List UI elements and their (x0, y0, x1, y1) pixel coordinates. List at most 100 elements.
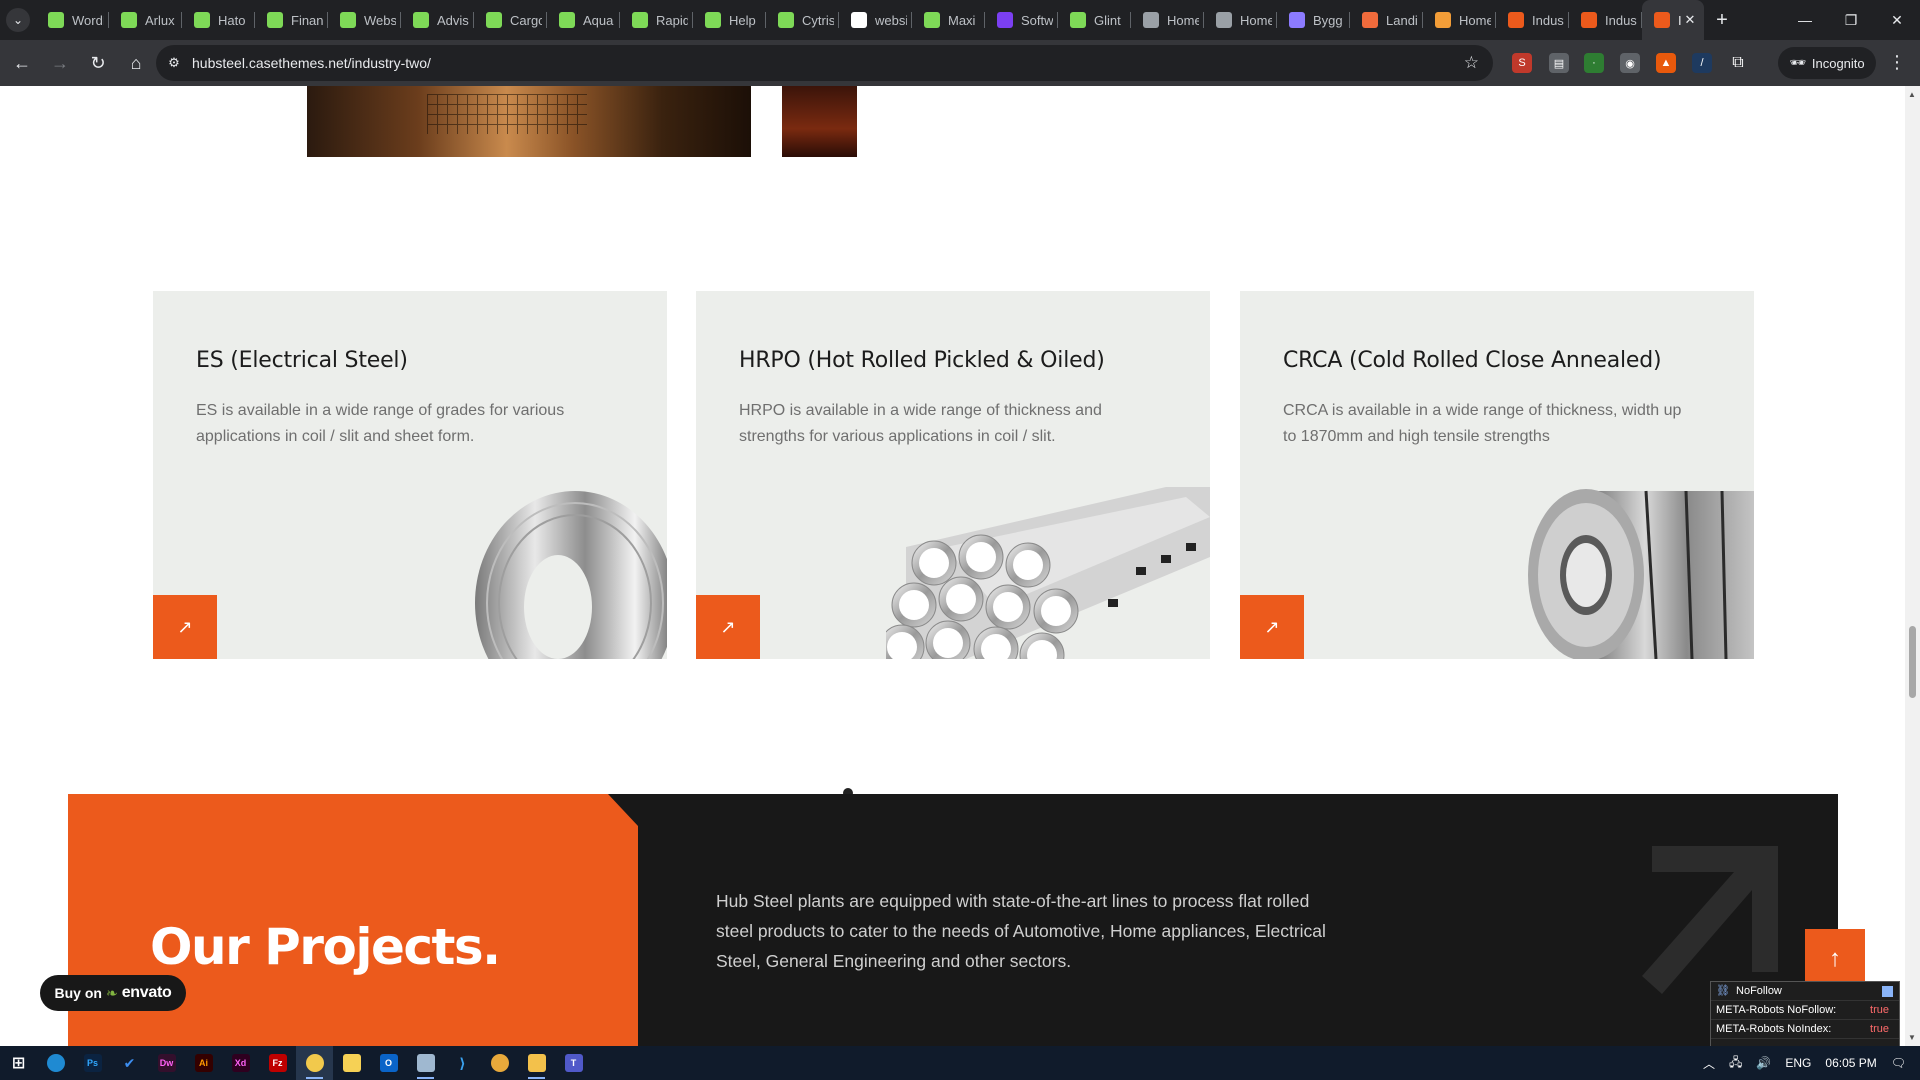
tab-search-button[interactable]: ⌄ (0, 0, 36, 40)
browser-tab[interactable]: Cargo (474, 0, 547, 40)
network-icon[interactable]: 🖧 (1729, 1053, 1742, 1074)
extensions-puzzle-icon[interactable]: ⧉ (1728, 53, 1748, 73)
forward-button[interactable]: → (42, 45, 78, 81)
dreamweaver-icon[interactable]: Dw (148, 1046, 185, 1080)
illustrator-icon[interactable]: Ai (185, 1046, 222, 1080)
browser-tab[interactable]: website (839, 0, 912, 40)
c-brand-icon (1289, 12, 1305, 28)
outlook-icon[interactable]: O (370, 1046, 407, 1080)
browser-tab[interactable]: Arlux (109, 0, 182, 40)
browser-tab[interactable]: Website (328, 0, 401, 40)
extension-green-icon[interactable]: · (1584, 53, 1604, 73)
sticky-notes-icon[interactable] (333, 1046, 370, 1080)
tray-chevron-icon[interactable]: ︿ (1703, 1055, 1715, 1072)
scrollbar-thumb[interactable] (1909, 626, 1916, 698)
close-tab-icon[interactable]: ✕ (1682, 12, 1698, 28)
browser-tab[interactable]: Cytris (766, 0, 839, 40)
incognito-indicator[interactable]: 🕶 Incognito (1778, 47, 1876, 79)
chrome-icon[interactable] (296, 1046, 333, 1080)
address-bar[interactable]: ⚙ hubsteel.casethemes.net/industry-two/ … (156, 45, 1493, 81)
browser-tab[interactable]: WordPress (36, 0, 109, 40)
extension-orange-icon[interactable]: ▲ (1656, 53, 1676, 73)
browser-tab[interactable]: Bygg (1277, 0, 1350, 40)
todo-icon[interactable]: ✔ (111, 1046, 148, 1080)
product-card-es[interactable]: ES (Electrical Steel) ES is available in… (153, 291, 667, 659)
notification-icon[interactable]: 🗨 (1891, 1056, 1906, 1070)
arrow-up-right-icon: ↗ (177, 616, 193, 637)
edge-icon[interactable] (37, 1046, 74, 1080)
foundry-photo (307, 86, 751, 157)
scroll-to-top-button[interactable]: ↑ (1805, 929, 1865, 989)
browser-tabstrip: ⌄ WordPressArluxHatoFinanceWebsiteAdviso… (0, 0, 1920, 40)
browser-tab[interactable]: Industry (1569, 0, 1642, 40)
browser-tab[interactable]: Industry (1496, 0, 1569, 40)
steel-pipe-bundle-image (886, 487, 1210, 659)
browser-tab[interactable]: Landing (1350, 0, 1423, 40)
browser-tab[interactable]: Maxi (912, 0, 985, 40)
browser-tab[interactable]: Software (985, 0, 1058, 40)
product-card-hrpo[interactable]: HRPO (Hot Rolled Pickled & Oiled) HRPO i… (696, 291, 1210, 659)
buy-on-envato-button[interactable]: Buy on ❧ envato (40, 975, 186, 1011)
extension-red-icon[interactable]: S (1512, 53, 1532, 73)
extension-camera-icon[interactable]: ◉ (1620, 53, 1640, 73)
scroll-up-arrow-icon[interactable]: ▲ (1908, 90, 1916, 99)
filezilla-icon[interactable]: Fz (259, 1046, 296, 1080)
browser-tab[interactable]: Hato (182, 0, 255, 40)
card-title: CRCA (Cold Rolled Close Annealed) (1283, 348, 1662, 373)
xd-icon[interactable]: Xd (222, 1046, 259, 1080)
google-icon (851, 12, 867, 28)
new-tab-button[interactable]: + (1704, 0, 1740, 40)
browser-tab[interactable]: Advisor (401, 0, 474, 40)
diamond-icon (1143, 12, 1159, 28)
browser-tab[interactable]: Home (1204, 0, 1277, 40)
restore-button[interactable]: ❐ (1828, 0, 1874, 40)
card-link-button[interactable]: ↗ (153, 595, 217, 659)
browser-tab[interactable]: Aqua (547, 0, 620, 40)
volume-icon[interactable]: 🔊 (1756, 1056, 1771, 1070)
browser-tab[interactable]: Glint (1058, 0, 1131, 40)
teams-icon[interactable]: T (555, 1046, 592, 1080)
product-card-crca[interactable]: CRCA (Cold Rolled Close Annealed) CRCA i… (1240, 291, 1754, 659)
tab-active[interactable]: I ✕ (1642, 0, 1704, 40)
site-info-icon[interactable]: ⚙ (156, 55, 192, 71)
card-link-button[interactable]: ↗ (696, 595, 760, 659)
back-button[interactable]: ← (4, 45, 40, 81)
windows-taskbar: ⊞ Ps ✔ Dw Ai Xd Fz O ⟩ T ︿ 🖧 🔊 ENG 06:05… (0, 1046, 1920, 1080)
photoshop-icon[interactable]: Ps (74, 1046, 111, 1080)
chrome-alt-icon[interactable] (481, 1046, 518, 1080)
extension-printer-icon[interactable]: ▤ (1549, 53, 1569, 73)
browser-tab[interactable]: Home (1131, 0, 1204, 40)
extension-blue-icon[interactable]: / (1692, 53, 1712, 73)
language-indicator[interactable]: ENG (1785, 1056, 1811, 1070)
elementor-icon (1070, 12, 1086, 28)
chevron-down-icon: ⌄ (6, 8, 30, 32)
panel-toggle-icon[interactable] (1882, 986, 1893, 997)
clock[interactable]: 06:05 PM (1825, 1056, 1876, 1070)
elephant-icon (1581, 12, 1597, 28)
url-text[interactable]: hubsteel.casethemes.net/industry-two/ (192, 55, 431, 71)
elementor-icon (778, 12, 794, 28)
minimize-button[interactable]: ― (1782, 0, 1828, 40)
close-window-button[interactable]: ✕ (1874, 0, 1920, 40)
vscode-icon[interactable]: ⟩ (444, 1046, 481, 1080)
home-button[interactable]: ⌂ (118, 45, 154, 81)
menu-kebab-icon[interactable]: ⋮ (1888, 52, 1906, 73)
notepad-icon[interactable] (407, 1046, 444, 1080)
card-link-button[interactable]: ↗ (1240, 595, 1304, 659)
page-scrollbar[interactable]: ▲ ▼ (1905, 86, 1920, 1046)
browser-tab[interactable]: Rapid (620, 0, 693, 40)
scroll-down-arrow-icon[interactable]: ▼ (1908, 1033, 1916, 1042)
browser-tab[interactable]: Finance (255, 0, 328, 40)
bookmark-star-icon[interactable]: ☆ (1464, 53, 1479, 73)
elementor-icon (121, 12, 137, 28)
browser-tab[interactable]: Help (693, 0, 766, 40)
browser-tab[interactable]: Home (1423, 0, 1496, 40)
windows-start-icon[interactable]: ⊞ (0, 1046, 37, 1080)
reload-button[interactable]: ↻ (80, 45, 116, 81)
arrow-up-right-icon: ↗ (720, 616, 736, 637)
elementor-icon (924, 12, 940, 28)
file-explorer-icon[interactable] (518, 1046, 555, 1080)
window-controls: ― ❐ ✕ (1782, 0, 1920, 40)
arrow-up-right-icon: ↗ (1264, 616, 1280, 637)
elementor-icon (705, 12, 721, 28)
